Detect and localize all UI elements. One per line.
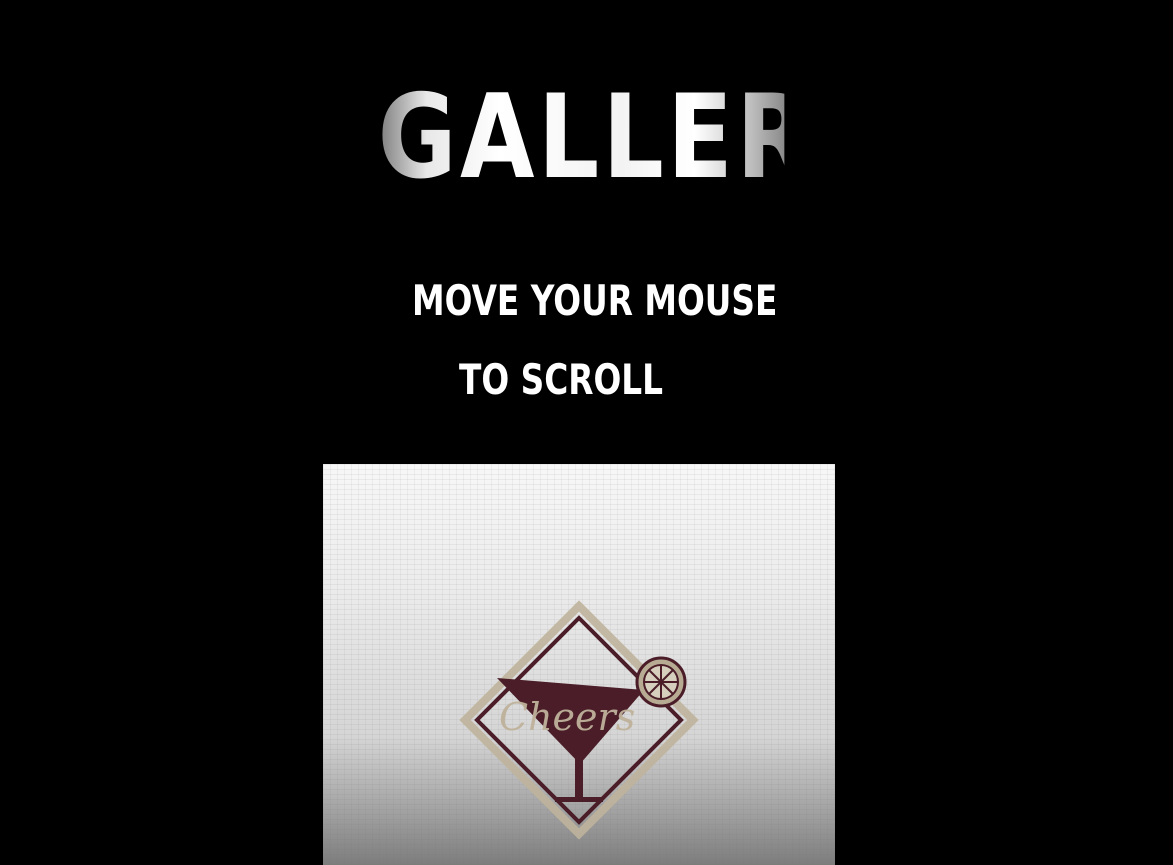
cheers-logo-text: Cheers [499, 695, 635, 739]
scroll-instruction-line-2: TO SCROLL [459, 355, 664, 404]
gallery-item-cheers-logo[interactable]: Cheers [459, 600, 699, 840]
scroll-instruction-line-1: MOVE YOUR MOUSE [412, 276, 778, 325]
cheers-logo-image: Cheers [459, 600, 699, 840]
gallery-scroll-area[interactable]: Cheers [323, 464, 835, 865]
gallery-title: GALLERY [377, 70, 882, 205]
